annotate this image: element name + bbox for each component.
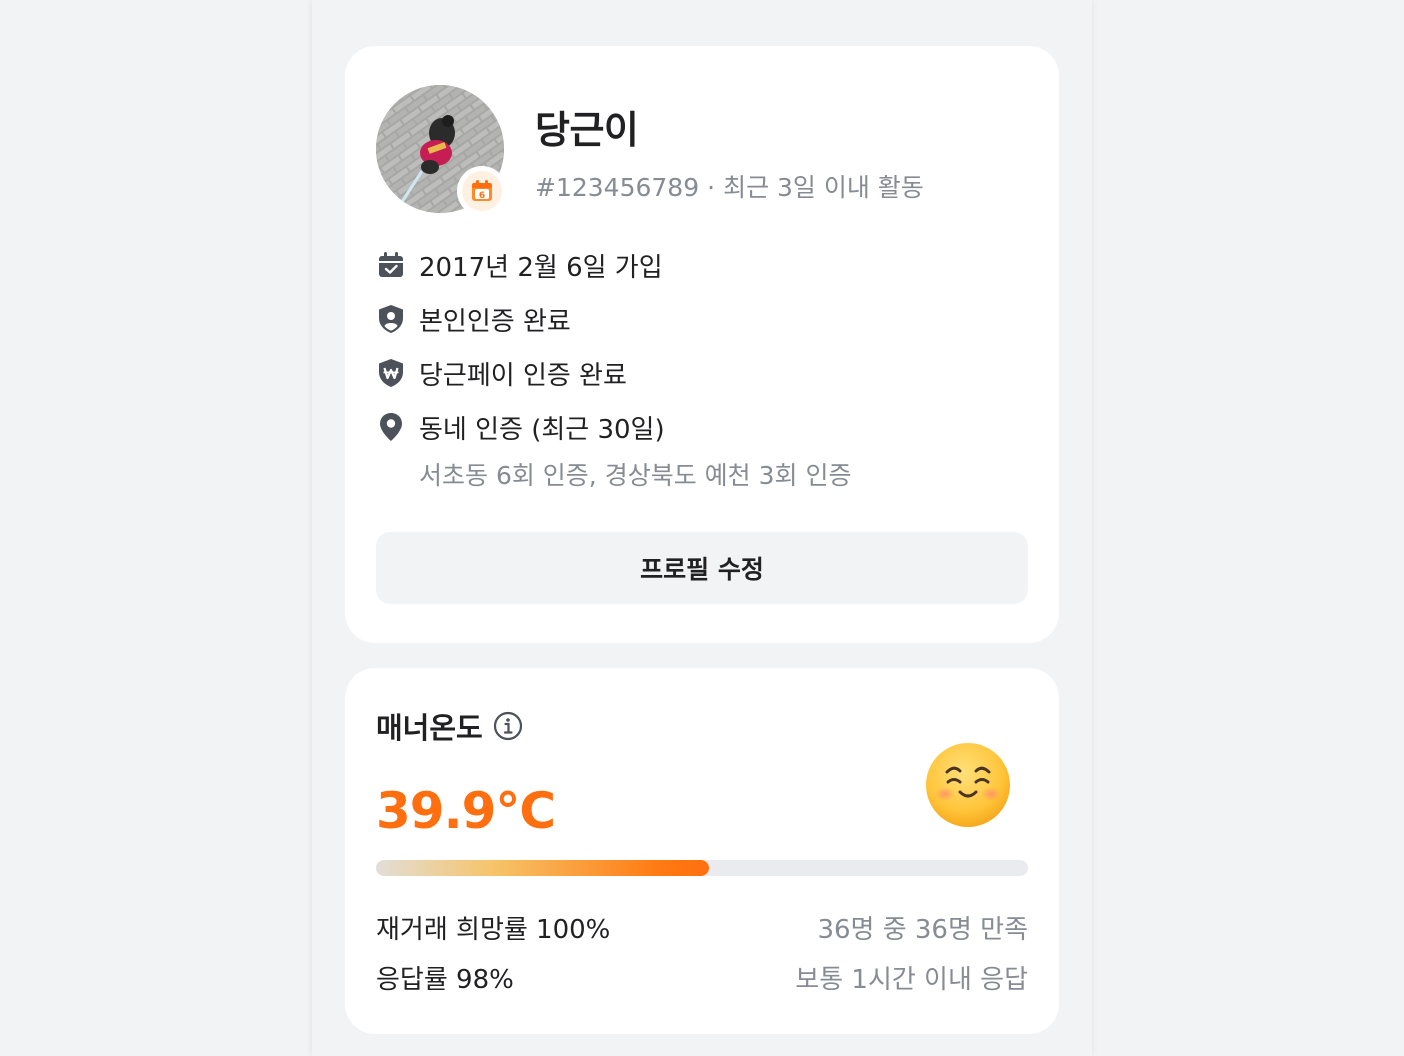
meta-separator: · [707, 173, 716, 202]
response-rate: 응답률 98% [376, 964, 514, 995]
neighborhood-detail: 서초동 6회 인증, 경상북도 예천 3회 인증 [419, 461, 852, 490]
smiling-face-icon [925, 742, 1011, 828]
profile-column: 6 당근이 #123456789 · 최근 3일 이내 활동 2017년 2월 6일… [312, 0, 1092, 1056]
manner-temperature: 39.9°C [376, 782, 556, 840]
joined-date: 2017년 2월 6일 가입 [419, 252, 663, 283]
calendar-badge-icon: 6 [462, 171, 502, 211]
neighborhood-title: 동네 인증 (최근 30일) [419, 414, 665, 445]
user-meta: #123456789 · 최근 3일 이내 활동 [535, 168, 924, 204]
activity-status: 최근 3일 이내 활동 [723, 173, 924, 202]
temperature-bar-fill [376, 860, 709, 876]
shield-won-icon [376, 358, 406, 388]
profile-badge: 6 [457, 166, 507, 216]
joined-row: 2017년 2월 6일 가입 [376, 248, 663, 283]
edit-profile-button[interactable]: 프로필 수정 [376, 532, 1028, 604]
pay-status: 당근페이 인증 완료 [419, 360, 627, 391]
identity-row: 본인인증 완료 [376, 302, 571, 337]
shield-person-icon [376, 304, 406, 334]
rehire-detail: 36명 중 36명 만족 [817, 914, 1028, 945]
profile-card: 6 당근이 #123456789 · 최근 3일 이내 활동 2017년 2월 6일… [345, 46, 1059, 643]
manner-header: 매너온도 [376, 708, 523, 745]
info-icon[interactable] [493, 711, 523, 741]
pay-row: 당근페이 인증 완료 [376, 356, 627, 391]
user-id: #123456789 [535, 173, 700, 202]
neighborhood-row: 동네 인증 (최근 30일) [376, 410, 665, 445]
response-row: 응답률 98% 보통 1시간 이내 응답 [376, 960, 1028, 995]
manner-card: 매너온도 39.9°C 재거래 희망률 100% 36명 중 36명 만족 응답… [345, 668, 1059, 1034]
rehire-row: 재거래 희망률 100% 36명 중 36명 만족 [376, 910, 1028, 945]
rehire-rate: 재거래 희망률 100% [376, 914, 611, 945]
identity-status: 본인인증 완료 [419, 306, 571, 337]
response-detail: 보통 1시간 이내 응답 [795, 964, 1028, 995]
location-pin-icon [376, 412, 406, 442]
svg-text:6: 6 [479, 191, 485, 201]
calendar-check-icon [376, 250, 406, 280]
nickname: 당근이 [535, 108, 639, 152]
manner-title: 매너온도 [376, 711, 483, 745]
temperature-bar [376, 860, 1028, 876]
